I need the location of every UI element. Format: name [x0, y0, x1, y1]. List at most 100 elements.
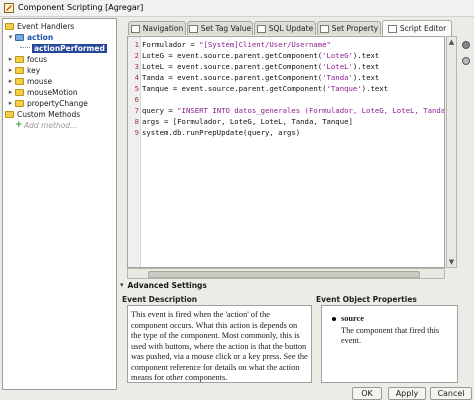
tree-item-label: Add method... [24, 120, 78, 130]
scroll-up-icon[interactable]: ▲ [448, 37, 455, 47]
scripting-icon [4, 3, 14, 13]
code-text: query = "INSERT INTO datos_generales (Fo… [142, 106, 444, 116]
tree-root-event-handlers[interactable]: Event Handlers [5, 21, 74, 31]
code-string: 'Tanque' [326, 84, 362, 93]
apply-label: Apply [395, 389, 419, 398]
event-tree[interactable]: Event Handlers ▾ action actionPerformed … [2, 18, 117, 390]
code-line[interactable]: 8 args = [Formulador, LoteG, LoteL, Tanda… [128, 117, 444, 127]
line-number: 1 [134, 40, 139, 49]
tab-label: Navigation [142, 24, 184, 33]
expand-icon[interactable]: ▸ [6, 55, 15, 63]
title-bar: Component Scripting [Agregar] [0, 0, 474, 17]
folder-icon [15, 33, 24, 41]
tab-sql-update[interactable]: SQL Update [254, 21, 316, 35]
tree-item-label: Custom Methods [17, 109, 81, 119]
folder-icon [15, 99, 24, 107]
tree-item-mouse[interactable]: ▸ mouse [6, 76, 52, 86]
edit-icon[interactable] [459, 54, 473, 68]
tree-item-label: key [27, 65, 41, 75]
code-line[interactable]: 5 Tanque = event.source.parent.getCompone… [128, 84, 444, 94]
vertical-scrollbar[interactable]: ▲ ▼ [446, 36, 457, 268]
code-line[interactable]: 2 LoteG = event.source.parent.getComponen… [128, 51, 444, 61]
folder-icon [5, 110, 14, 118]
code-text: LoteL = event.source.parent.getComponent… [142, 62, 379, 72]
code-line[interactable]: 3 LoteL = event.source.parent.getComponen… [128, 62, 444, 72]
expand-icon[interactable]: ▸ [6, 66, 15, 74]
tree-item-label: mouse [27, 76, 53, 86]
code-string: 'Tanda' [322, 73, 353, 82]
code-line[interactable]: 7 query = "INSERT INTO datos_generales (F… [128, 106, 444, 116]
tree-item-custom-methods[interactable]: Custom Methods [5, 109, 80, 119]
tag-icon [188, 24, 198, 33]
advanced-settings-toggle[interactable]: ▾ Advanced Settings [118, 280, 456, 290]
code-segment: LoteG = event.source.parent.getComponent… [142, 51, 323, 60]
settings-icon[interactable] [459, 38, 473, 52]
tab-label: Set Tag Value [200, 24, 252, 33]
tree-item-label: actionPerformed [32, 43, 107, 53]
script-editor[interactable]: 1 Formulador = "[System]Client/User/Usern… [127, 36, 445, 268]
tree-item-focus[interactable]: ▸ focus [6, 54, 47, 64]
expand-icon[interactable]: ▸ [6, 88, 15, 96]
expand-icon[interactable]: ▸ [6, 99, 15, 107]
bullet-icon [332, 317, 336, 322]
code-segment: ).text [352, 51, 380, 60]
code-string: "INSERT INTO datos_generales (Formulador… [177, 106, 444, 115]
code-line[interactable]: 9 system.db.runPrepUpdate(query, args) [128, 128, 444, 138]
line-number: 5 [134, 84, 139, 93]
property-description: The component that fired this event. [341, 325, 440, 346]
tab-bar: Navigation Set Tag Value SQL Update Set … [118, 20, 456, 36]
property-icon [319, 24, 329, 33]
scroll-down-icon[interactable]: ▼ [448, 257, 455, 267]
expand-icon[interactable]: ▸ [6, 77, 15, 85]
horizontal-scrollbar[interactable] [127, 268, 445, 279]
code-text: system.db.runPrepUpdate(query, args) [142, 128, 300, 138]
code-segment: ).text [352, 73, 380, 82]
code-line[interactable]: 6 [128, 95, 444, 105]
line-number: 4 [134, 73, 139, 82]
code-string: "[System]Client/User/Username" [199, 40, 331, 49]
line-number: 7 [134, 106, 139, 115]
code-string: 'LoteL' [322, 62, 353, 71]
code-segment: Formulador = [142, 40, 200, 49]
tree-item-property-change[interactable]: ▸ propertyChange [6, 98, 88, 108]
code-text: args = [Formulador, LoteG, LoteL, Tanda,… [142, 117, 353, 127]
window-title: Component Scripting [Agregar] [18, 3, 144, 12]
advanced-settings-label: Advanced Settings [127, 280, 207, 290]
tree-connector [20, 47, 30, 49]
cancel-button[interactable]: Cancel [430, 387, 472, 400]
line-number: 8 [134, 117, 139, 126]
tree-item-label: action [27, 32, 54, 42]
tab-set-property[interactable]: Set Property [317, 21, 381, 35]
database-icon [256, 24, 266, 33]
code-segment: args = [Formulador, LoteG, LoteL, Tanda,… [142, 117, 353, 126]
code-segment: query = [142, 106, 178, 115]
collapse-icon[interactable]: ▾ [6, 33, 15, 41]
ok-button[interactable]: OK [352, 387, 382, 400]
code-segment: system.db.runPrepUpdate(query, args) [142, 128, 301, 137]
tab-navigation[interactable]: Navigation [128, 21, 186, 35]
folder-icon [5, 22, 14, 30]
code-text: Formulador = "[System]Client/User/Userna… [142, 40, 331, 50]
event-props-panel: source The component that fired this eve… [321, 305, 458, 383]
tree-item-mouse-motion[interactable]: ▸ mouseMotion [6, 87, 78, 97]
tree-item-action[interactable]: ▾ action [6, 32, 53, 42]
apply-button[interactable]: Apply [388, 387, 426, 400]
line-number: 6 [134, 95, 139, 104]
line-number: 9 [134, 128, 139, 137]
code-text: LoteG = event.source.parent.getComponent… [142, 51, 379, 61]
ok-label: OK [361, 389, 373, 398]
scrollbar-thumb[interactable] [148, 271, 420, 278]
code-text: Tanque = event.source.parent.getComponen… [142, 84, 388, 94]
code-line[interactable]: 1 Formulador = "[System]Client/User/Usern… [128, 40, 444, 50]
tree-item-key[interactable]: ▸ key [6, 65, 40, 75]
navigation-icon [130, 24, 140, 33]
tab-set-tag-value[interactable]: Set Tag Value [187, 21, 253, 35]
code-line[interactable]: 4 Tanda = event.source.parent.getComponen… [128, 73, 444, 83]
tab-script-editor[interactable]: Script Editor [382, 20, 452, 36]
tab-label: Script Editor [399, 24, 447, 33]
cancel-label: Cancel [437, 389, 465, 398]
folder-icon [15, 55, 24, 63]
script-icon [387, 24, 397, 33]
tree-item-add-method[interactable]: + Add method... [15, 120, 77, 130]
tree-item-action-performed[interactable]: actionPerformed [19, 43, 107, 53]
